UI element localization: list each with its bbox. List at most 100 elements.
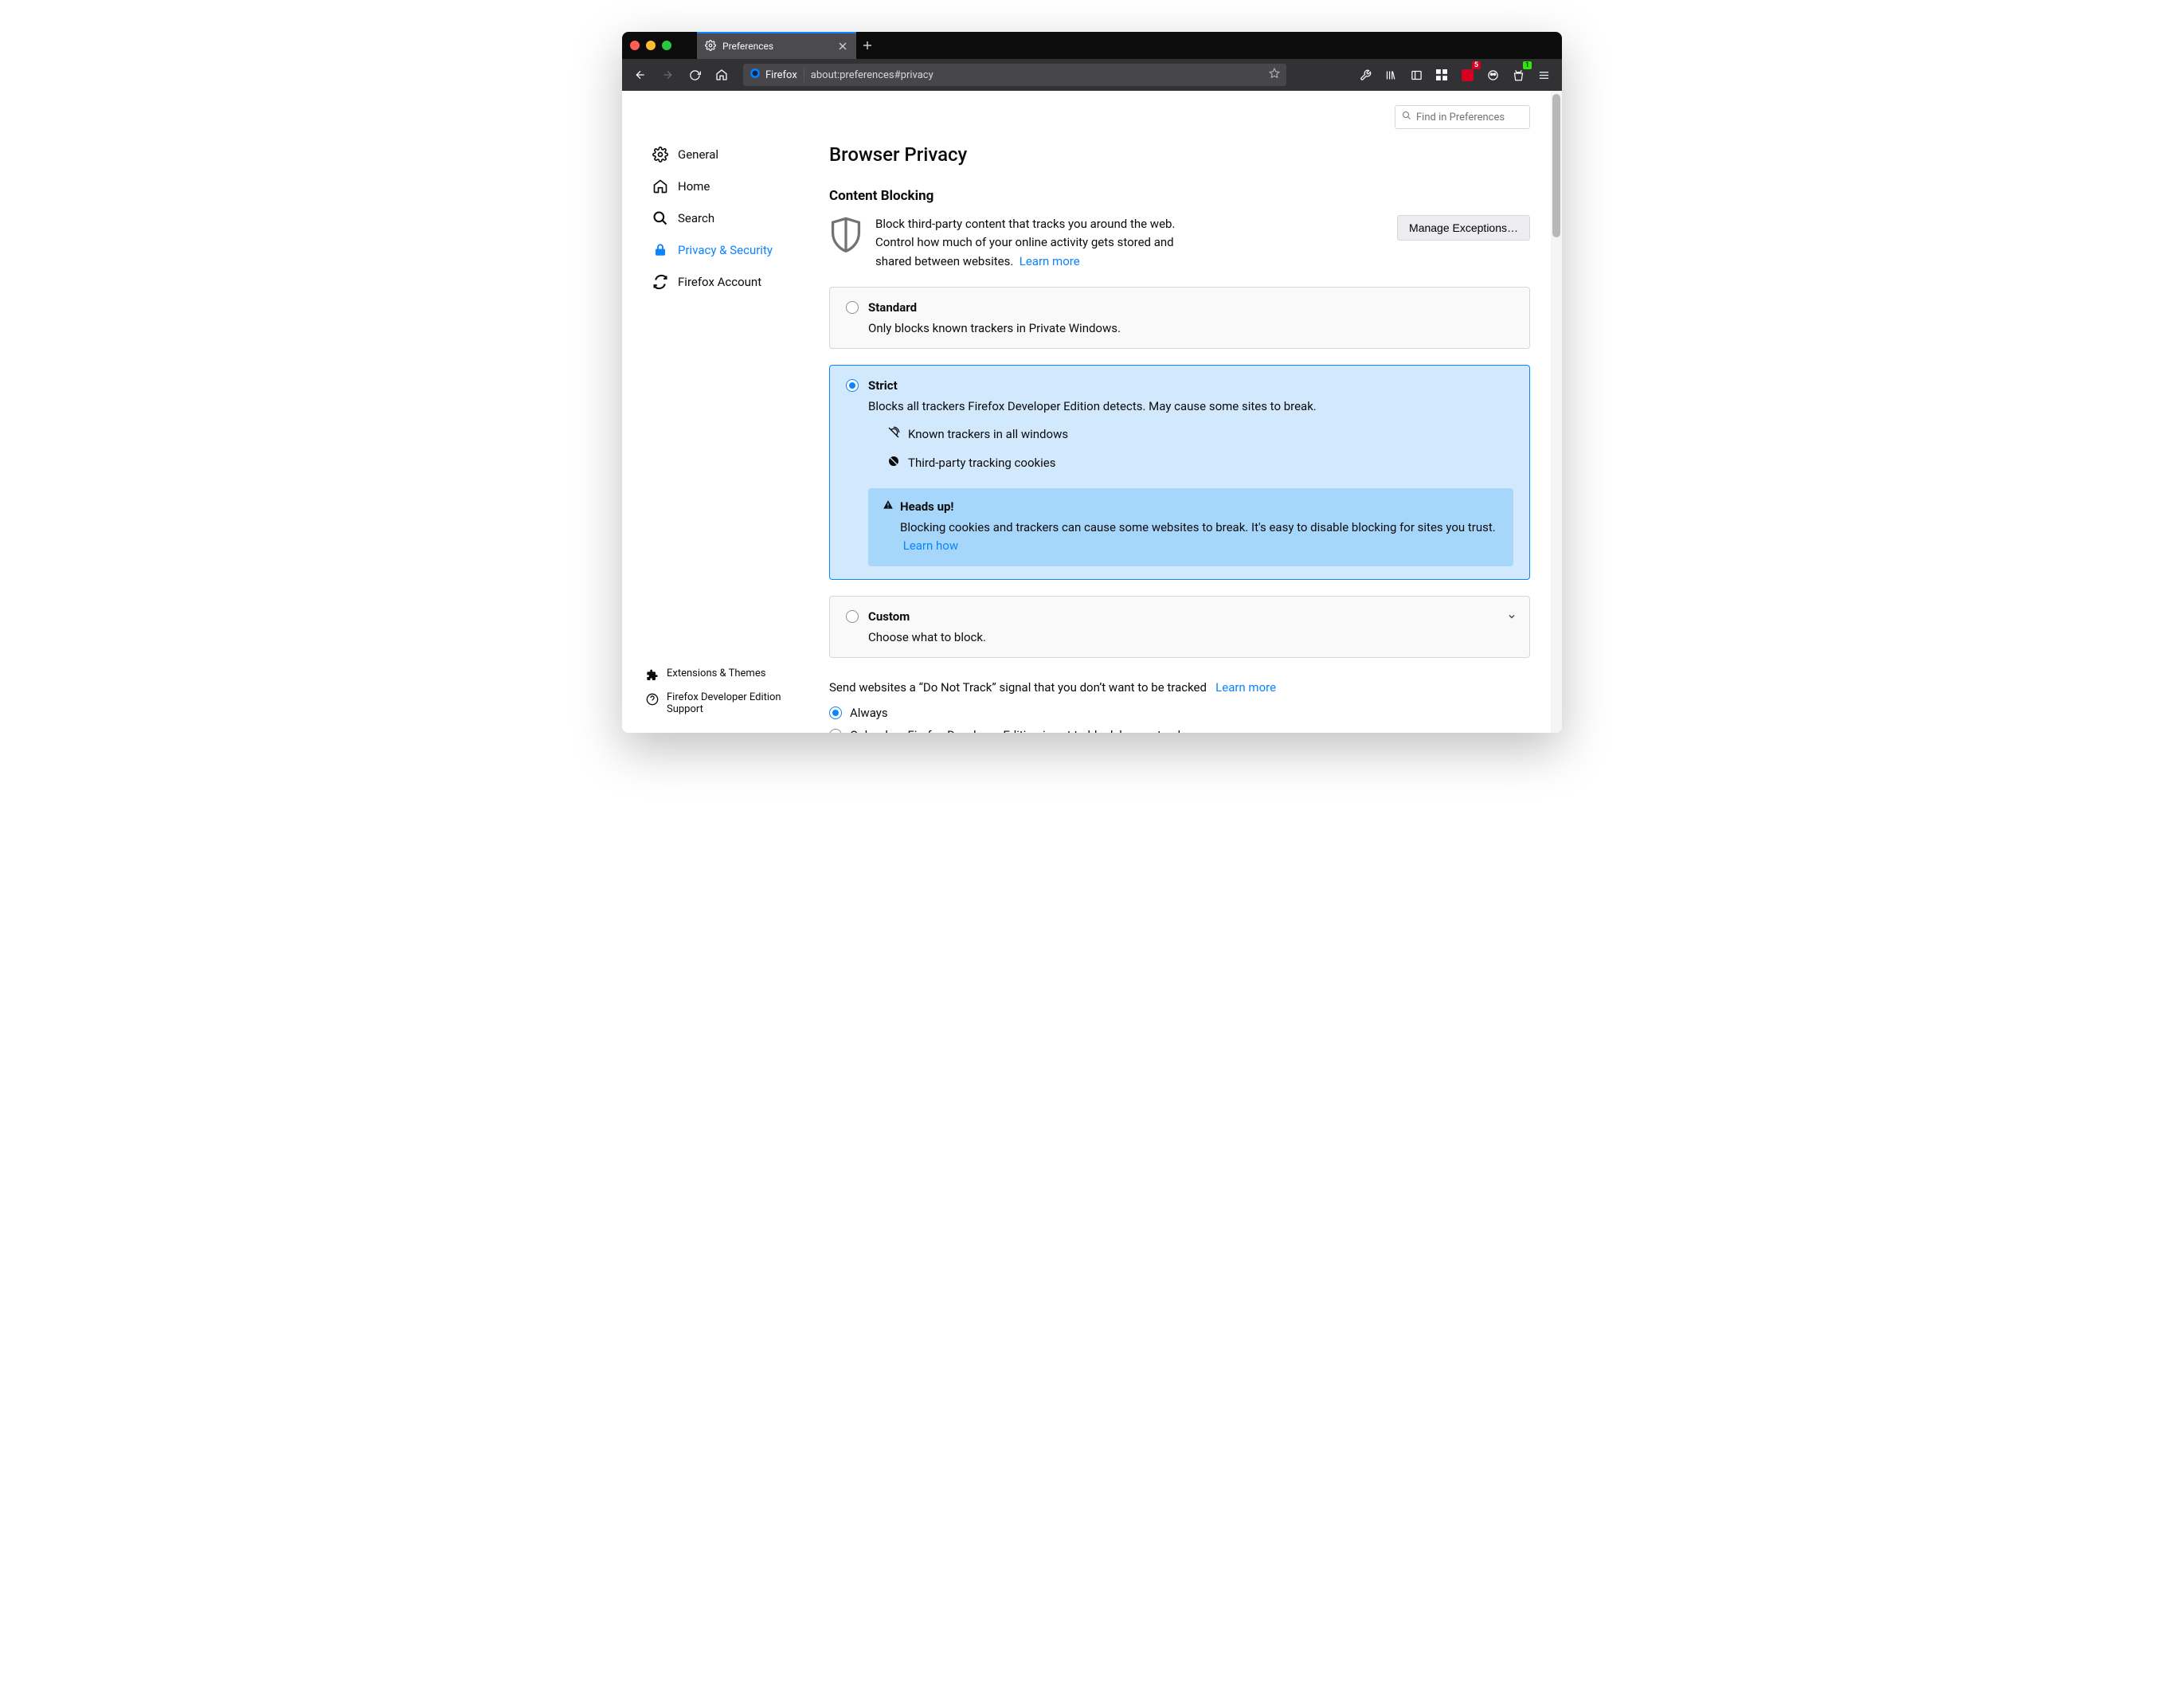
preferences-search: Find in Preferences <box>1395 105 1530 129</box>
search-placeholder: Find in Preferences <box>1416 112 1505 123</box>
content-area: General Home Search Privacy & Security F… <box>622 91 1562 733</box>
home-button[interactable] <box>710 63 734 87</box>
home-icon <box>652 178 668 194</box>
dnt-option-label: Only when Firefox Developer Edition is s… <box>850 728 1200 733</box>
reload-button[interactable] <box>683 63 706 87</box>
window-controls <box>630 41 671 50</box>
option-title: Standard <box>868 300 917 315</box>
heads-up-box: Heads up! Blocking cookies and trackers … <box>868 488 1513 567</box>
new-tab-button[interactable] <box>856 34 879 57</box>
site-identity[interactable]: Firefox <box>750 68 804 82</box>
close-window-button[interactable] <box>630 41 640 50</box>
app-menu-button[interactable] <box>1532 63 1556 87</box>
heads-up-body: Blocking cookies and trackers can cause … <box>900 520 1496 534</box>
bookmark-star-icon[interactable] <box>1269 68 1280 82</box>
manage-exceptions-button[interactable]: Manage Exceptions… <box>1397 215 1530 241</box>
url-bar[interactable]: Firefox about:preferences#privacy <box>743 64 1286 86</box>
gear-icon <box>705 40 716 53</box>
option-title: Custom <box>868 609 910 624</box>
cookie-icon <box>887 455 900 471</box>
option-standard[interactable]: Standard Only blocks known trackers in P… <box>829 287 1530 349</box>
support-link[interactable]: Firefox Developer Edition Support <box>646 687 799 720</box>
tab-preferences[interactable]: Preferences <box>697 32 856 59</box>
sync-icon <box>652 274 668 290</box>
sidebar-button[interactable] <box>1404 63 1428 87</box>
search-icon <box>1402 111 1411 123</box>
developer-button[interactable] <box>1353 63 1377 87</box>
puzzle-icon <box>646 669 659 682</box>
dnt-option-label: Always <box>850 706 888 720</box>
lock-icon <box>652 242 668 258</box>
sidebar-item-privacy[interactable]: Privacy & Security <box>646 234 805 266</box>
forward-button[interactable] <box>656 63 679 87</box>
extension-badge-count: 1 <box>1523 61 1532 69</box>
option-description: Only blocks known trackers in Private Wi… <box>868 321 1513 335</box>
radio-custom[interactable] <box>846 610 859 623</box>
extension-icon-1[interactable]: 5 <box>1455 63 1479 87</box>
radio-strict[interactable] <box>846 379 859 392</box>
do-not-track-section: Send websites a “Do Not Track” signal th… <box>829 680 1530 733</box>
firefox-icon <box>750 68 761 82</box>
extension-icon-3[interactable]: 1 <box>1506 63 1530 87</box>
shield-icon <box>829 215 863 253</box>
preferences-sidebar: General Home Search Privacy & Security F… <box>622 91 805 733</box>
dnt-text: Send websites a “Do Not Track” signal th… <box>829 680 1207 695</box>
feature-cookies: Third-party tracking cookies <box>887 455 1513 471</box>
sidebar-item-label: Search <box>678 211 714 225</box>
option-description: Blocks all trackers Firefox Developer Ed… <box>868 399 1513 413</box>
option-description: Choose what to block. <box>868 630 1513 644</box>
toolbar-right: 5 1 <box>1353 63 1556 87</box>
warning-icon <box>883 499 894 514</box>
main-panel: Find in Preferences Browser Privacy Cont… <box>805 91 1562 733</box>
extensions-themes-link[interactable]: Extensions & Themes <box>646 663 799 687</box>
library-button[interactable] <box>1379 63 1403 87</box>
gear-icon <box>652 147 668 162</box>
sidebar-item-label: Privacy & Security <box>678 243 773 257</box>
close-tab-button[interactable] <box>837 41 848 52</box>
maximize-window-button[interactable] <box>662 41 671 50</box>
option-custom[interactable]: Custom Choose what to block. <box>829 596 1530 658</box>
section-title: Content Blocking <box>829 188 1530 204</box>
search-icon <box>652 210 668 226</box>
page-title: Browser Privacy <box>829 143 1530 166</box>
back-button[interactable] <box>628 63 652 87</box>
url-text: about:preferences#privacy <box>811 69 933 81</box>
chevron-down-icon[interactable] <box>1507 609 1517 624</box>
footer-link-label: Firefox Developer Edition Support <box>667 691 799 715</box>
dnt-option-only-when[interactable]: Only when Firefox Developer Edition is s… <box>829 728 1530 733</box>
sidebar-item-account[interactable]: Firefox Account <box>646 266 805 298</box>
heads-up-title: Heads up! <box>900 499 954 514</box>
sidebar-footer: Extensions & Themes Firefox Developer Ed… <box>646 663 805 733</box>
minimize-window-button[interactable] <box>646 41 656 50</box>
footer-link-label: Extensions & Themes <box>667 667 765 679</box>
sidebar-item-general[interactable]: General <box>646 139 805 170</box>
browser-window: Preferences Firefox <box>622 32 1562 733</box>
sidebar-item-label: Firefox Account <box>678 275 761 289</box>
dnt-option-always[interactable]: Always <box>829 706 1530 720</box>
extension-icon-2[interactable] <box>1481 63 1505 87</box>
extension-badge-count: 5 <box>1472 61 1481 69</box>
learn-how-link[interactable]: Learn how <box>903 538 958 553</box>
sidebar-item-label: Home <box>678 179 710 194</box>
radio-dnt-only-when[interactable] <box>829 729 842 733</box>
radio-standard[interactable] <box>846 301 859 314</box>
identity-label: Firefox <box>765 69 797 81</box>
dnt-learn-more-link[interactable]: Learn more <box>1215 680 1276 695</box>
learn-more-link[interactable]: Learn more <box>1020 254 1080 268</box>
sidebar-item-home[interactable]: Home <box>646 170 805 202</box>
feature-label: Third-party tracking cookies <box>908 456 1055 470</box>
option-strict[interactable]: Strict Blocks all trackers Firefox Devel… <box>829 365 1530 581</box>
radio-dnt-always[interactable] <box>829 707 842 719</box>
option-title: Strict <box>868 378 898 393</box>
content-blocking-header: Block third-party content that tracks yo… <box>829 215 1530 271</box>
tab-title: Preferences <box>722 41 773 52</box>
sidebar-item-search[interactable]: Search <box>646 202 805 234</box>
sidebar-item-label: General <box>678 147 718 162</box>
tracker-icon <box>887 426 900 442</box>
feature-label: Known trackers in all windows <box>908 427 1068 441</box>
help-icon <box>646 693 659 706</box>
search-input[interactable]: Find in Preferences <box>1395 105 1530 129</box>
content-blocking-description: Block third-party content that tracks yo… <box>875 215 1210 271</box>
navigation-toolbar: Firefox about:preferences#privacy 5 1 <box>622 59 1562 91</box>
extension-grid-icon[interactable] <box>1430 63 1454 87</box>
